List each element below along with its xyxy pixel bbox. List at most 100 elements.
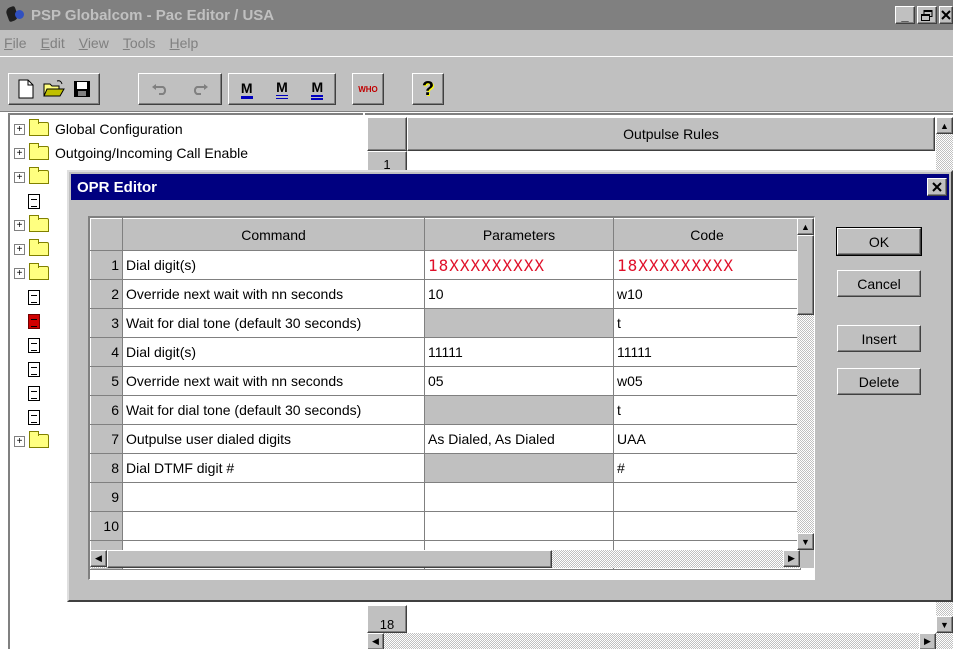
tree-item-doc[interactable] xyxy=(14,287,40,307)
row-number[interactable]: 9 xyxy=(90,482,123,512)
undo-button[interactable] xyxy=(140,75,180,103)
code-cell[interactable]: t xyxy=(613,308,801,338)
code-cell[interactable]: w05 xyxy=(613,366,801,396)
vertical-scroll-thumb[interactable] xyxy=(797,235,814,315)
opr-horizontal-scrollbar[interactable]: ◀ ▶ xyxy=(90,550,800,568)
table-row[interactable]: 8 Dial DTMF digit # # xyxy=(90,453,801,483)
delete-button[interactable]: Delete xyxy=(837,368,921,395)
column-header-code[interactable]: Code xyxy=(613,218,801,251)
menu-view[interactable]: View xyxy=(79,35,109,51)
command-cell[interactable]: Dial digit(s) xyxy=(122,250,425,280)
code-cell[interactable]: 11111 xyxy=(613,337,801,367)
table-row[interactable]: 1 Dial digit(s) 18XXXXXXXXX 18XXXXXXXXX xyxy=(90,250,801,280)
menu-help[interactable]: Help xyxy=(170,35,199,51)
scroll-left-button[interactable]: ◀ xyxy=(90,550,107,567)
main-title-bar[interactable]: PSP Globalcom - Pac Editor / USA _ xyxy=(0,0,953,30)
expand-icon[interactable]: + xyxy=(14,267,25,279)
row-number[interactable]: 5 xyxy=(90,366,123,396)
tree-item-doc[interactable] xyxy=(14,191,40,211)
command-cell[interactable]: Override next wait with nn seconds xyxy=(122,366,425,396)
scroll-down-button[interactable]: ▼ xyxy=(936,616,953,633)
column-header-parameters[interactable]: Parameters xyxy=(424,218,614,251)
row-number[interactable]: 7 xyxy=(90,424,123,454)
tree-item-doc[interactable] xyxy=(14,383,40,403)
scroll-down-button[interactable]: ▼ xyxy=(797,533,814,550)
command-cell[interactable] xyxy=(122,511,425,541)
command-cell[interactable]: Wait for dial tone (default 30 seconds) xyxy=(122,395,425,425)
new-button[interactable] xyxy=(12,75,40,103)
horizontal-scroll-thumb[interactable] xyxy=(107,550,552,568)
expand-icon[interactable]: + xyxy=(14,147,25,159)
opr-commands-grid[interactable]: Command Parameters Code 1 Dial digit(s) 18… xyxy=(88,216,815,580)
parameters-cell[interactable]: 18XXXXXXXXX xyxy=(424,250,614,280)
open-button[interactable] xyxy=(40,75,68,103)
tree-item-doc[interactable] xyxy=(14,335,40,355)
code-cell[interactable]: 18XXXXXXXXX xyxy=(613,250,801,280)
macro-2-button[interactable]: M xyxy=(264,75,299,103)
row-number[interactable]: 3 xyxy=(90,308,123,338)
tree-item-folder[interactable]: + xyxy=(14,239,55,259)
scroll-up-button[interactable]: ▲ xyxy=(797,218,814,235)
menu-file[interactable]: File xyxy=(4,35,27,51)
command-cell[interactable]: Wait for dial tone (default 30 seconds) xyxy=(122,308,425,338)
parameters-cell[interactable] xyxy=(424,453,614,483)
tree-item-folder[interactable]: + xyxy=(14,431,55,451)
command-cell[interactable]: Override next wait with nn seconds xyxy=(122,279,425,309)
insert-button[interactable]: Insert xyxy=(837,325,921,352)
macro-3-button[interactable]: M xyxy=(300,75,335,103)
help-button[interactable]: ? xyxy=(412,73,444,105)
row-number[interactable]: 2 xyxy=(90,279,123,309)
rules-horizontal-scrollbar[interactable]: ◀ ▶ xyxy=(367,633,953,649)
macro-1-button[interactable]: M xyxy=(229,75,264,103)
expand-icon[interactable]: + xyxy=(14,171,25,183)
scroll-left-button[interactable]: ◀ xyxy=(367,633,384,649)
maximize-button[interactable] xyxy=(917,6,937,24)
code-cell[interactable]: # xyxy=(613,453,801,483)
parameters-cell[interactable] xyxy=(424,511,614,541)
cancel-button[interactable]: Cancel xyxy=(837,270,921,297)
tree-item-doc[interactable] xyxy=(14,407,40,427)
tree-item-doc[interactable] xyxy=(14,359,40,379)
table-row[interactable]: 5 Override next wait with nn seconds 05 w05 xyxy=(90,366,801,396)
table-row[interactable]: 7 Outpulse user dialed digits As Dialed, A… xyxy=(90,424,801,454)
scroll-right-button[interactable]: ▶ xyxy=(919,633,936,649)
menu-edit[interactable]: Edit xyxy=(41,35,65,51)
command-cell[interactable] xyxy=(122,482,425,512)
row-number[interactable]: 8 xyxy=(90,453,123,483)
dialog-close-button[interactable] xyxy=(927,178,947,196)
tree-item-doc-selected[interactable] xyxy=(14,311,40,331)
ok-button[interactable]: OK xyxy=(836,227,922,256)
row-number[interactable]: 10 xyxy=(90,511,123,541)
tree-item-global-configuration[interactable]: + Global Configuration xyxy=(14,119,183,139)
parameters-cell[interactable]: 05 xyxy=(424,366,614,396)
table-row[interactable]: 10 xyxy=(90,511,801,541)
tree-item-call-enable[interactable]: + Outgoing/Incoming Call Enable xyxy=(14,143,248,163)
who-button[interactable]: WHO xyxy=(352,73,384,105)
table-row[interactable]: 4 Dial digit(s) 11111 11111 xyxy=(90,337,801,367)
scroll-up-button[interactable]: ▲ xyxy=(936,117,953,134)
tree-item-folder[interactable]: + xyxy=(14,167,55,187)
code-cell[interactable]: t xyxy=(613,395,801,425)
tree-item-folder[interactable]: + xyxy=(14,215,55,235)
close-window-button[interactable] xyxy=(939,6,953,24)
table-row[interactable]: 9 xyxy=(90,482,801,512)
column-header-command[interactable]: Command xyxy=(122,218,425,251)
parameters-cell[interactable]: 10 xyxy=(424,279,614,309)
table-row[interactable]: 6 Wait for dial tone (default 30 seconds)… xyxy=(90,395,801,425)
parameters-cell[interactable] xyxy=(424,395,614,425)
opr-vertical-scrollbar[interactable]: ▲ ▼ xyxy=(797,218,814,550)
command-cell[interactable]: Dial digit(s) xyxy=(122,337,425,367)
table-row[interactable]: 2 Override next wait with nn seconds 10 w10 xyxy=(90,279,801,309)
command-cell[interactable]: Dial DTMF digit # xyxy=(122,453,425,483)
scroll-right-button[interactable]: ▶ xyxy=(783,550,800,567)
tree-item-folder[interactable]: + xyxy=(14,263,55,283)
parameters-cell[interactable]: As Dialed, As Dialed xyxy=(424,424,614,454)
parameters-cell[interactable]: 11111 xyxy=(424,337,614,367)
expand-icon[interactable]: + xyxy=(14,219,25,231)
code-cell[interactable] xyxy=(613,511,801,541)
command-cell[interactable]: Outpulse user dialed digits xyxy=(122,424,425,454)
expand-icon[interactable]: + xyxy=(14,243,25,255)
row-number[interactable]: 1 xyxy=(90,250,123,280)
expand-icon[interactable]: + xyxy=(14,123,25,135)
minimize-button[interactable]: _ xyxy=(895,6,915,24)
